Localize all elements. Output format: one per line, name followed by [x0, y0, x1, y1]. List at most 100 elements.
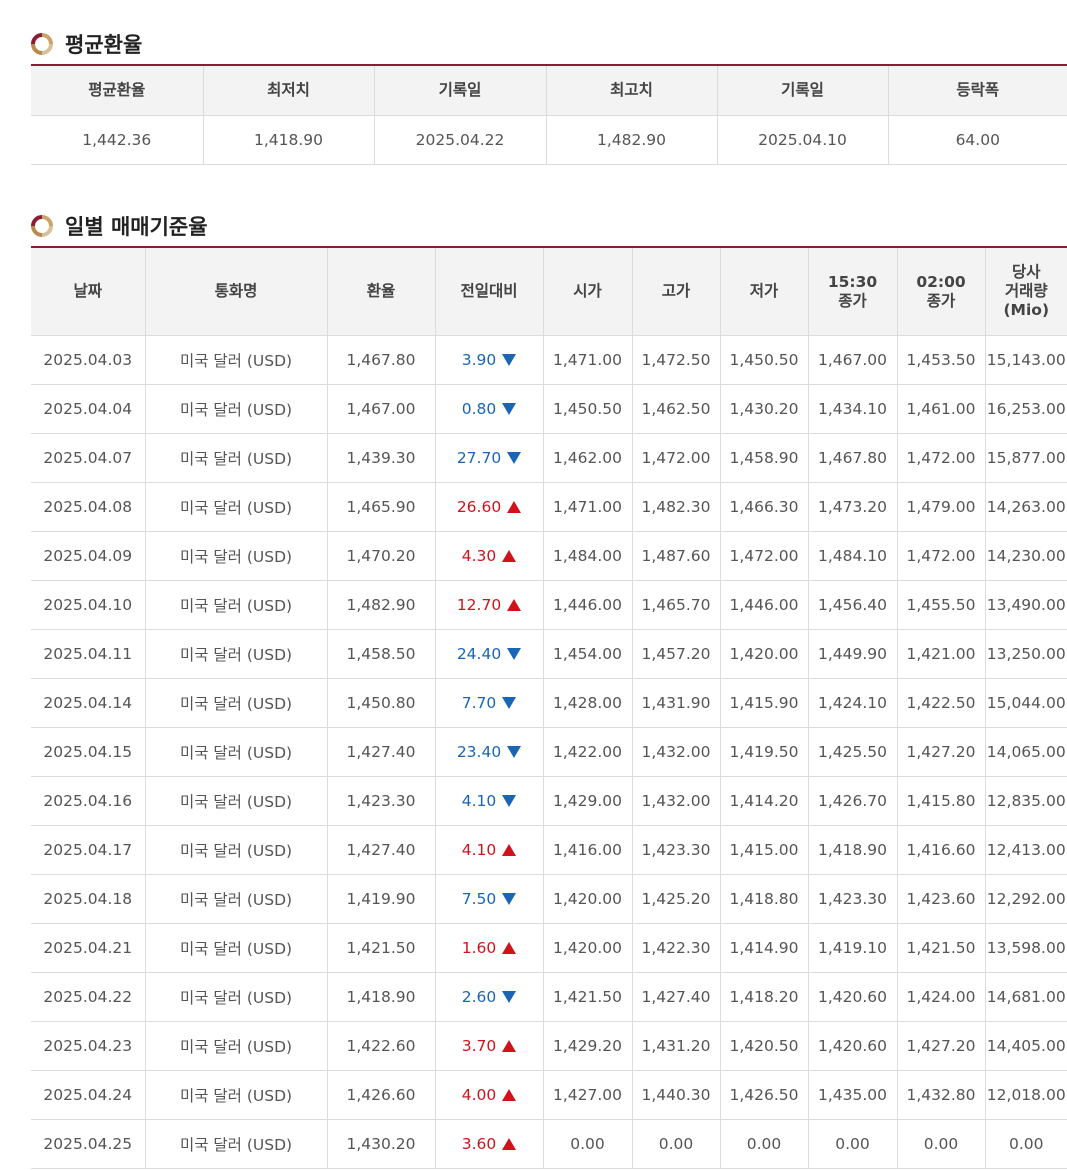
change-cell: 23.40 — [434, 727, 544, 777]
column-header: 기록일 — [716, 65, 889, 116]
table-row: 2025.04.18 미국 달러 (USD) 1,419.90 7.50 1,420.0… — [31, 874, 1067, 924]
low-cell: 1,466.30 — [719, 482, 809, 532]
column-header-line: 당사 — [1011, 263, 1041, 281]
low-cell: 1,415.00 — [719, 825, 809, 875]
date-cell: 2025.04.16 — [31, 776, 146, 826]
volume-cell: 13,490.00 — [984, 580, 1067, 630]
fluctuation-value: 64.00 — [887, 115, 1067, 165]
high-cell: 1,425.20 — [631, 874, 721, 924]
low-cell: 1,418.20 — [719, 972, 809, 1022]
close-1530-cell: 1,434.10 — [807, 384, 898, 434]
change-value: 4.00 — [461, 1086, 497, 1104]
change-value: 3.90 — [461, 351, 497, 369]
column-header: 등락폭 — [887, 65, 1067, 116]
high-cell: 1,431.20 — [631, 1021, 721, 1071]
close-1530-cell: 1,467.00 — [807, 335, 898, 385]
table-header-row: 날짜 통화명 환율 전일대비 시가 고가 저가 15:30 종가 02:00 종가 당사 거래량 (Mio… — [31, 247, 1067, 336]
column-header: 고가 — [631, 247, 721, 336]
column-header-line: 저가 — [749, 282, 779, 300]
currency-cell: 미국 달러 (USD) — [144, 776, 328, 826]
change-indicator: 4.30 — [462, 547, 517, 565]
change-indicator: 3.70 — [462, 1037, 517, 1055]
column-header: 환율 — [326, 247, 436, 336]
column-header-line: (Mio) — [1003, 301, 1050, 319]
currency-cell: 미국 달러 (USD) — [144, 384, 328, 434]
date-cell: 2025.04.24 — [31, 1070, 146, 1120]
open-cell: 1,446.00 — [542, 580, 633, 630]
triangle-down-icon — [502, 354, 517, 366]
change-cell: 3.60 — [434, 1119, 544, 1169]
date-cell: 2025.04.10 — [31, 580, 146, 630]
column-header-line: 종가 — [838, 291, 867, 310]
close-1530-cell: 1,418.90 — [807, 825, 898, 875]
lowest-rate-value: 1,418.90 — [202, 115, 375, 165]
change-cell: 4.10 — [434, 825, 544, 875]
change-cell: 4.00 — [434, 1070, 544, 1120]
table-row: 1,442.36 1,418.90 2025.04.22 1,482.90 20… — [31, 115, 1067, 165]
rate-cell: 1,465.90 — [326, 482, 436, 532]
table-row: 2025.04.17 미국 달러 (USD) 1,427.40 4.10 1,416.0… — [31, 825, 1067, 875]
change-cell: 12.70 — [434, 580, 544, 630]
column-header: 저가 — [719, 247, 809, 336]
close-0200-cell: 1,455.50 — [896, 580, 986, 630]
average-rate-table: 평균환율 최저치 기록일 최고치 기록일 등락폭 1,442.36 1,418.… — [31, 64, 1067, 165]
table-row: 2025.04.22 미국 달러 (USD) 1,418.90 2.60 1,421.5… — [31, 972, 1067, 1022]
date-cell: 2025.04.18 — [31, 874, 146, 924]
column-header: 02:00 종가 — [896, 247, 986, 336]
page: 평균환율 평균환율 최저치 기록일 최고치 기록일 등락폭 1,442.36 1… — [0, 0, 1067, 1170]
highest-rate-date: 2025.04.10 — [716, 115, 889, 165]
currency-cell: 미국 달러 (USD) — [144, 923, 328, 973]
date-cell: 2025.04.08 — [31, 482, 146, 532]
close-1530-cell: 1,420.60 — [807, 972, 898, 1022]
close-0200-cell: 1,421.00 — [896, 629, 986, 679]
close-0200-cell: 1,424.00 — [896, 972, 986, 1022]
change-value: 27.70 — [456, 449, 502, 467]
close-0200-cell: 1,472.00 — [896, 433, 986, 483]
low-cell: 1,458.90 — [719, 433, 809, 483]
currency-cell: 미국 달러 (USD) — [144, 972, 328, 1022]
date-cell: 2025.04.11 — [31, 629, 146, 679]
low-cell: 1,420.50 — [719, 1021, 809, 1071]
open-cell: 0.00 — [542, 1119, 633, 1169]
triangle-down-icon — [502, 403, 517, 415]
change-indicator: 3.60 — [462, 1135, 517, 1153]
close-1530-cell: 1,423.30 — [807, 874, 898, 924]
date-cell: 2025.04.22 — [31, 972, 146, 1022]
change-indicator: 12.70 — [457, 596, 522, 614]
low-cell: 1,414.90 — [719, 923, 809, 973]
change-cell: 3.70 — [434, 1021, 544, 1071]
change-indicator: 1.60 — [462, 939, 517, 957]
average-rate-section-title: 평균환율 — [31, 29, 142, 59]
date-cell: 2025.04.09 — [31, 531, 146, 581]
triangle-up-icon — [507, 501, 522, 513]
high-cell: 1,462.50 — [631, 384, 721, 434]
table-row: 2025.04.23 미국 달러 (USD) 1,422.60 3.70 1,429.2… — [31, 1021, 1067, 1071]
triangle-up-icon — [507, 599, 522, 611]
low-cell: 1,415.90 — [719, 678, 809, 728]
change-value: 7.70 — [461, 694, 497, 712]
column-header-line: 고가 — [661, 282, 691, 300]
change-value: 2.60 — [461, 988, 497, 1006]
change-value: 0.80 — [461, 400, 497, 418]
change-value: 4.10 — [461, 792, 497, 810]
table-row: 2025.04.21 미국 달러 (USD) 1,421.50 1.60 1,420.0… — [31, 923, 1067, 973]
close-0200-cell: 1,432.80 — [896, 1070, 986, 1120]
column-header: 시가 — [542, 247, 633, 336]
column-header-line: 02:00 — [916, 272, 966, 291]
close-0200-cell: 1,479.00 — [896, 482, 986, 532]
triangle-up-icon — [502, 844, 517, 856]
rate-cell: 1,458.50 — [326, 629, 436, 679]
ring-icon — [31, 33, 53, 55]
triangle-down-icon — [502, 893, 517, 905]
triangle-down-icon — [507, 746, 522, 758]
close-0200-cell: 1,415.80 — [896, 776, 986, 826]
column-header-line: 환율 — [366, 282, 396, 300]
column-header: 최저치 — [202, 65, 375, 116]
rate-cell: 1,467.00 — [326, 384, 436, 434]
ring-icon — [31, 215, 53, 237]
section-title-text: 일별 매매기준율 — [65, 215, 208, 239]
column-header-line: 15:30 — [827, 272, 878, 291]
close-1530-cell: 1,426.70 — [807, 776, 898, 826]
low-cell: 1,418.80 — [719, 874, 809, 924]
volume-cell: 13,250.00 — [984, 629, 1067, 679]
